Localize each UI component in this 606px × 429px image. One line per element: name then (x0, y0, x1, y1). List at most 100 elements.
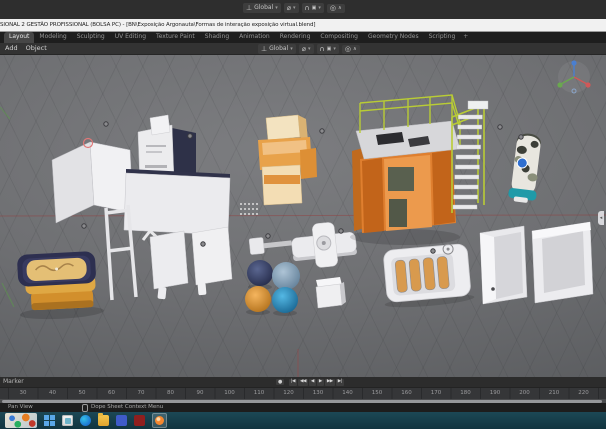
chevron-down-icon: ▾ (290, 45, 293, 53)
ruler-tick: 160 (401, 390, 412, 396)
door-panel-right[interactable] (532, 222, 593, 303)
ruler-tick: 130 (313, 390, 324, 396)
ruler-tick: 120 (283, 390, 294, 396)
topbar-snap-controls: ⊥ Global ▾ ⌀ ▾ ∩ ▣ ▾ ◎ ∧ (243, 3, 345, 13)
blender-taskbar-button-active[interactable] (152, 413, 167, 428)
sandwich-display-model[interactable] (17, 251, 104, 321)
add-workspace-button[interactable]: + (460, 32, 471, 43)
pivot-point-dropdown[interactable]: ⌀ ▾ (299, 44, 314, 54)
tab-sculpting[interactable]: Sculpting (72, 32, 110, 43)
tab-geometry-nodes[interactable]: Geometry Nodes (363, 32, 424, 43)
widgets-weather-tile[interactable] (5, 413, 37, 428)
graffiti-totem-can[interactable] (508, 132, 544, 204)
ruler-tick: 60 (108, 390, 115, 396)
dot-grid[interactable] (240, 203, 258, 215)
navigation-gizmo[interactable] (557, 60, 590, 93)
tab-scripting[interactable]: Scripting (424, 32, 461, 43)
add-menu[interactable]: Add (5, 43, 18, 54)
transform-orientation-dropdown[interactable]: ⊥ Global ▾ (243, 3, 281, 13)
small-open-box[interactable] (316, 277, 346, 308)
3d-viewport[interactable]: ◂ (0, 55, 606, 377)
ruler-tick: 100 (224, 390, 235, 396)
orange-booth[interactable] (350, 95, 460, 245)
marker-menu[interactable]: Marker (3, 377, 24, 387)
slotted-tray-panel[interactable] (380, 242, 475, 310)
falloff-icon: ∧ (338, 5, 342, 12)
scaffold-stairs[interactable] (452, 101, 488, 213)
sidebar-collapse-handle[interactable]: ◂ (598, 211, 604, 225)
play-button[interactable]: ▶ (317, 379, 324, 386)
status-context-hint: Dope Sheet Context Menu (82, 403, 163, 412)
ruler-tick: 210 (549, 390, 560, 396)
tab-animation[interactable]: Animation (234, 32, 275, 43)
windows-taskbar (0, 412, 606, 429)
access-icon[interactable] (134, 415, 145, 426)
stacked-crates-tower[interactable] (258, 115, 317, 205)
snap-magnet-icon: ∩ (305, 5, 310, 12)
window-titlebar: SIONAL 2 GESTÃO PROFISSIONAL (BOLSA PC) … (0, 19, 606, 32)
ruler-tick: 220 (578, 390, 589, 396)
ruler-tick: 30 (20, 390, 27, 396)
jump-to-start-button[interactable]: |◀ (289, 379, 297, 386)
file-explorer-icon[interactable] (98, 415, 109, 426)
ruler-tick: 170 (431, 390, 442, 396)
chevron-down-icon: ▾ (308, 45, 311, 53)
sphere-blue[interactable] (272, 287, 298, 316)
chevron-down-icon: ▾ (318, 4, 321, 12)
proportional-editing-icon: ◎ (345, 46, 351, 53)
screen: ⊥ Global ▾ ⌀ ▾ ∩ ▣ ▾ ◎ ∧ SIONAL 2 GESTÃO… (0, 0, 606, 429)
chevron-down-icon: ▾ (293, 4, 296, 12)
ruler-tick: 140 (342, 390, 353, 396)
x-axis-line (0, 215, 606, 216)
photos-icon[interactable] (62, 415, 73, 426)
tab-layout[interactable]: Layout (4, 32, 34, 43)
ruler-tick: 90 (197, 390, 204, 396)
angled-board-right[interactable] (192, 227, 232, 295)
viewport-scene (0, 55, 606, 377)
y-axis-line (0, 107, 14, 307)
next-keyframe-button[interactable]: ▶▶ (325, 379, 335, 386)
pivot-point-dropdown[interactable]: ⌀ ▾ (284, 3, 299, 13)
sphere-grayblue[interactable] (272, 262, 300, 290)
door-panel-left[interactable] (480, 226, 527, 304)
tab-compositing[interactable]: Compositing (315, 32, 363, 43)
ruler-tick: 110 (254, 390, 265, 396)
blender-topbar: ⊥ Global ▾ ⌀ ▾ ∩ ▣ ▾ ◎ ∧ (0, 0, 606, 19)
teams-icon[interactable] (116, 415, 127, 426)
chevron-down-icon: ▾ (275, 4, 278, 12)
timeline-ruler[interactable]: 3040506070809010011012013014015016017018… (0, 388, 606, 399)
snap-dropdown[interactable]: ∩ ▣ ▾ (317, 44, 339, 54)
falloff-icon: ∧ (353, 46, 357, 53)
tab-texture-paint[interactable]: Texture Paint (151, 32, 200, 43)
jump-to-end-button[interactable]: ▶| (336, 379, 344, 386)
play-reverse-button[interactable]: ◀ (309, 379, 316, 386)
ruler-tick: 150 (372, 390, 383, 396)
proportional-editing-icon: ◎ (330, 5, 336, 12)
tab-rendering[interactable]: Rendering (275, 32, 316, 43)
transform-orientation-label: Global (269, 45, 288, 53)
object-menu[interactable]: Object (26, 43, 47, 54)
proportional-editing-toggle[interactable]: ◎ ∧ (327, 4, 345, 13)
axis-orientation-icon: ⊥ (246, 5, 252, 12)
blender-icon (155, 416, 164, 425)
snap-target-icon: ▣ (327, 46, 332, 53)
edge-icon[interactable] (80, 415, 91, 426)
viewport-menus: Add Object (5, 43, 47, 54)
tab-uv-editing[interactable]: UV Editing (110, 32, 151, 43)
snap-target-icon: ▣ (312, 5, 317, 12)
tab-modeling[interactable]: Modeling (34, 32, 71, 43)
proportional-editing-toggle[interactable]: ◎ ∧ (342, 45, 360, 54)
auto-keying-toggle[interactable]: ● (276, 379, 284, 385)
start-icon[interactable] (44, 415, 55, 426)
angled-board-left[interactable] (150, 231, 188, 299)
ruler-tick: 50 (79, 390, 86, 396)
ruler-tick: 40 (49, 390, 56, 396)
previous-keyframe-button[interactable]: ◀◀ (298, 379, 308, 386)
pivot-point-icon: ⌀ (302, 46, 306, 53)
sphere-orange[interactable] (245, 286, 271, 315)
sphere-navy[interactable] (247, 260, 273, 290)
transform-orientation-dropdown[interactable]: ⊥ Global ▾ (258, 44, 296, 54)
ruler-tick: 80 (167, 390, 174, 396)
snap-dropdown[interactable]: ∩ ▣ ▾ (302, 3, 324, 13)
tab-shading[interactable]: Shading (200, 32, 234, 43)
